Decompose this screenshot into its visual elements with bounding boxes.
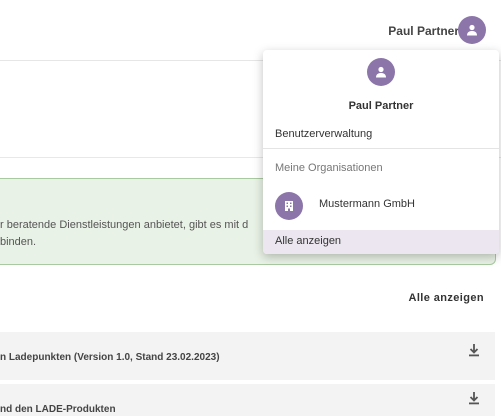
menu-divider (263, 148, 499, 149)
menu-show-all-button[interactable]: Alle anzeigen (263, 230, 499, 254)
info-banner-line-1: r beratende Dienstleistungen anbietet, g… (0, 219, 249, 231)
user-menu-dropdown: Paul Partner Benutzerverwaltung Meine Or… (263, 50, 499, 254)
organization-icon (275, 192, 303, 220)
info-banner-line-2: binden. (0, 236, 37, 248)
building-icon (285, 201, 293, 211)
menu-show-all-label: Alle anzeigen (275, 235, 342, 247)
document-title: nd den LADE-Produkten (0, 404, 116, 415)
document-row[interactable]: nd den LADE-Produkten (0, 384, 495, 416)
header-user-name[interactable]: Paul Partner (388, 24, 459, 38)
person-icon (376, 66, 386, 78)
info-banner-text: r beratende Dienstleistungen anbietet, g… (0, 217, 300, 251)
menu-orgs-heading: Meine Organisationen (275, 162, 383, 174)
document-row[interactable]: n Ladepunkten (Version 1.0, Stand 23.02.… (0, 332, 495, 380)
menu-item-user-admin[interactable]: Benutzerverwaltung (275, 128, 372, 140)
menu-item-organization[interactable]: Mustermann GmbH (319, 198, 415, 210)
download-icon[interactable] (466, 390, 482, 406)
menu-avatar (367, 58, 395, 86)
user-avatar-button[interactable] (458, 16, 486, 44)
person-icon (467, 24, 477, 36)
documents-show-all-link[interactable]: Alle anzeigen (409, 292, 485, 304)
menu-user-name: Paul Partner (348, 100, 414, 112)
document-title: n Ladepunkten (Version 1.0, Stand 23.02.… (0, 352, 220, 363)
download-icon[interactable] (466, 342, 482, 358)
